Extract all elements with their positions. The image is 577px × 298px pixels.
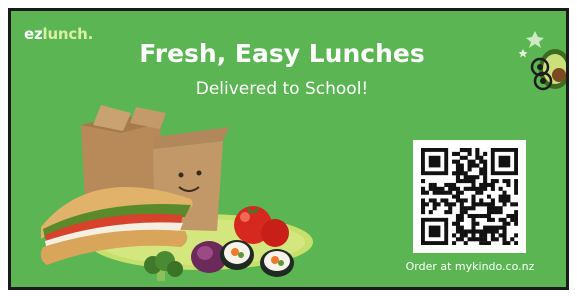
order-url-text: Order at mykindo.co.nz	[405, 260, 535, 273]
headline: Fresh, Easy Lunches	[139, 39, 425, 68]
food-illustration	[40, 105, 313, 281]
subheadline: Delivered to School!	[195, 79, 369, 99]
ad-banner[interactable]: ezlunch. Fresh, Easy Lunches Delivered t…	[11, 11, 566, 287]
qr-code-icon	[421, 148, 518, 245]
avocado-mascot-icon	[518, 31, 566, 91]
qr-code[interactable]	[413, 140, 526, 253]
